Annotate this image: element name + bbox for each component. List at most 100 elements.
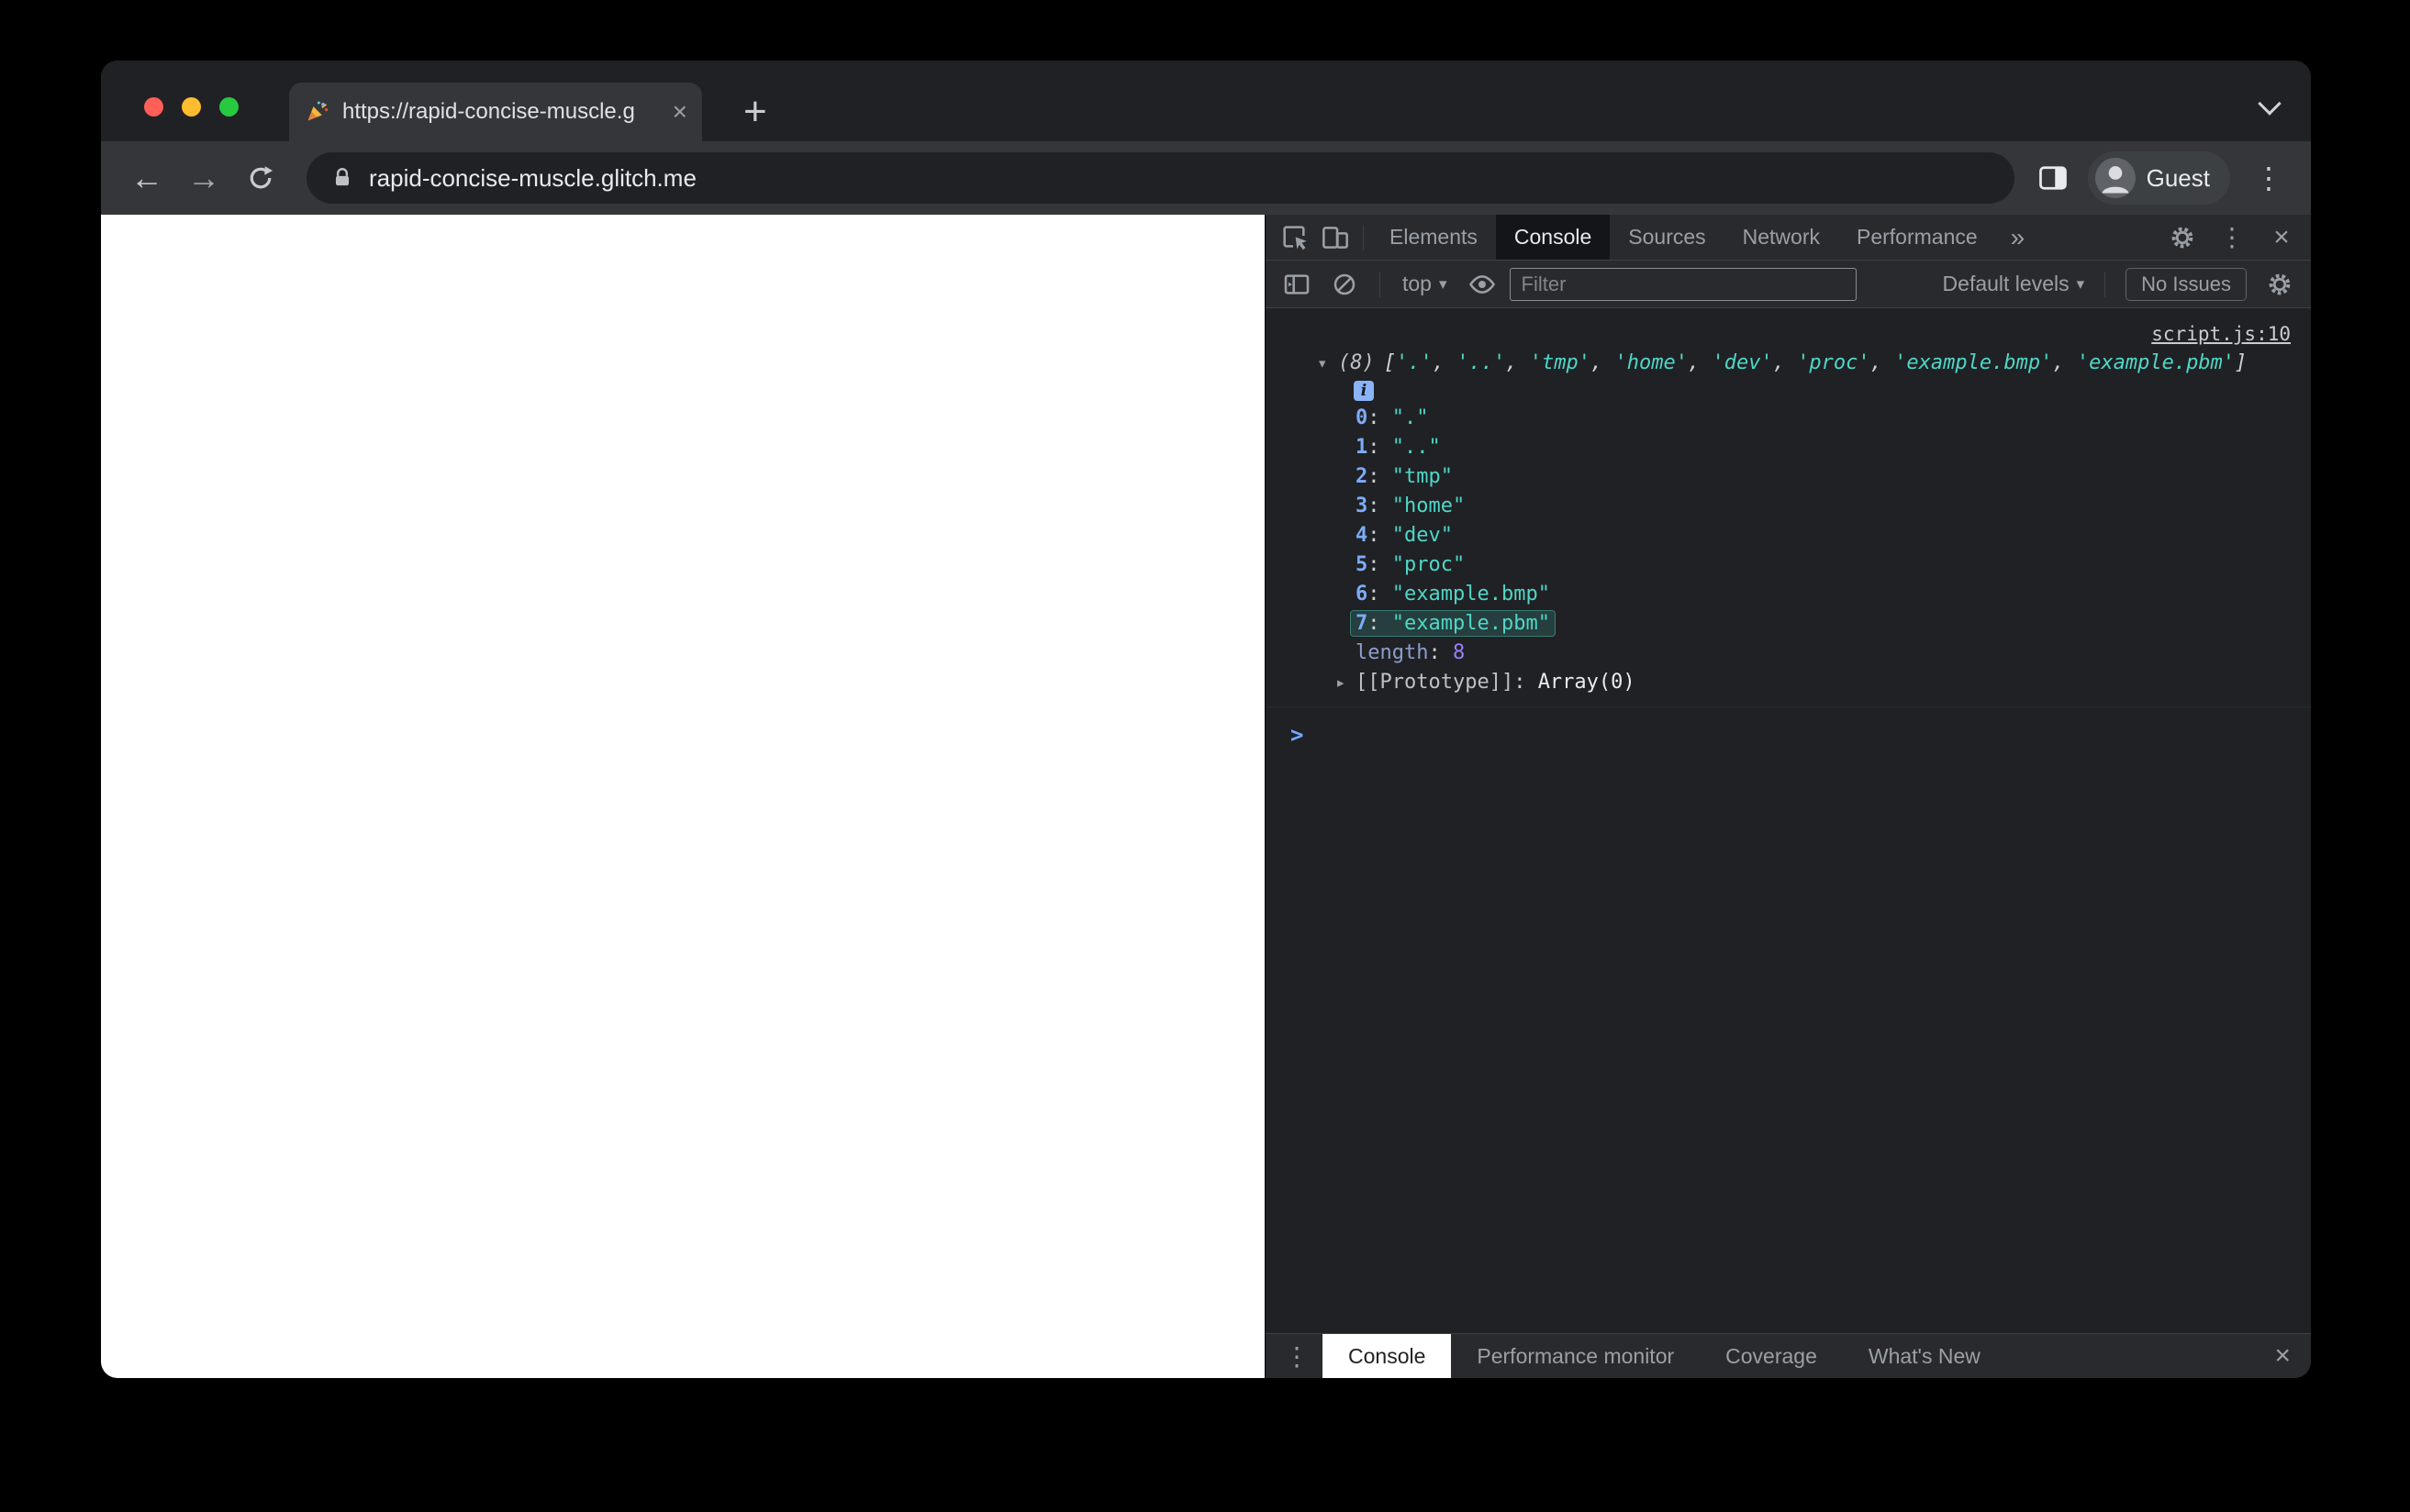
expand-caret-icon[interactable]: ▸ (1335, 668, 1345, 697)
javascript-context-selector[interactable]: top ▾ (1395, 272, 1455, 296)
divider (1379, 271, 1380, 297)
back-button[interactable]: ← (123, 154, 171, 202)
length-label: length (1356, 641, 1429, 664)
devtools-drawer: ⋮ Console Performance monitor Coverage What… (1266, 1333, 2311, 1378)
devtools-tabs: Elements Console Sources Network Performance (1371, 215, 1996, 260)
inspect-icon (1283, 225, 1307, 250)
entry-value: "example.pbm" (1391, 612, 1550, 635)
toolbar-right-group: Guest ⋮ (2036, 151, 2289, 205)
devtools-tab-bar-right: ⋮ × (2162, 217, 2302, 258)
console-output: script.js:10 ▾ (8) ['.', '..', 'tmp', 'ho… (1266, 308, 2311, 1333)
console-sidebar-button[interactable] (1277, 264, 1317, 305)
side-panel-button[interactable] (2036, 161, 2070, 195)
entry-value: ".." (1391, 436, 1441, 459)
console-sidebar-icon (1284, 273, 1310, 295)
console-prompt[interactable]: > (1266, 720, 2311, 751)
forward-button[interactable]: → (180, 154, 228, 202)
gear-icon (2269, 273, 2291, 295)
log-levels-dropdown[interactable]: Default levels ▾ (1943, 272, 2085, 296)
close-icon: × (2274, 1340, 2291, 1371)
close-drawer-button[interactable]: × (2274, 1342, 2305, 1370)
devtools-tab-performance[interactable]: Performance (1838, 215, 1996, 260)
lock-icon[interactable] (330, 166, 354, 190)
array-entry: 5: "proc" (1356, 553, 1466, 576)
live-expression-button[interactable] (1462, 264, 1502, 305)
issues-badge[interactable]: No Issues (2125, 267, 2247, 301)
tab-close-icon[interactable]: × (673, 99, 687, 125)
page-viewport (101, 215, 1265, 1378)
devtools-panel: Elements Console Sources Network Performance… (1265, 215, 2311, 1378)
browser-menu-button[interactable]: ⋮ (2248, 163, 2289, 193)
devtools-tab-console[interactable]: Console (1495, 215, 1611, 260)
minimize-window-button[interactable] (182, 97, 201, 117)
tab-strip: https://rapid-concise-muscle.g × + (101, 61, 2311, 141)
reload-icon (250, 166, 273, 189)
chevron-down-icon: ▾ (2076, 274, 2085, 293)
back-icon: ← (130, 159, 163, 196)
info-line: i (1266, 378, 2311, 404)
tab-title: https://rapid-concise-muscle.g (342, 99, 635, 124)
drawer-tab-what-s-new[interactable]: What's New (1843, 1334, 2006, 1378)
console-toolbar-right: Default levels ▾ No Issues (1943, 264, 2300, 305)
array-preview: ['.', '..', 'tmp', 'home', 'dev', 'proc'… (1383, 351, 2248, 374)
devtools-tab-elements[interactable]: Elements (1371, 215, 1496, 260)
side-panel-icon (2038, 166, 2067, 190)
array-count: (8) (1338, 351, 1375, 374)
browser-tab[interactable]: https://rapid-concise-muscle.g × (289, 83, 702, 141)
party-popper-favicon-icon (304, 99, 329, 125)
entry-value: "example.bmp" (1391, 583, 1550, 606)
close-devtools-button[interactable]: × (2261, 217, 2302, 258)
avatar-icon (2094, 158, 2136, 198)
info-icon: i (1354, 381, 1374, 401)
drawer-tab-performance-monitor[interactable]: Performance monitor (1451, 1334, 1700, 1378)
collapse-caret-icon[interactable]: ▾ (1317, 349, 1327, 378)
filter-input[interactable] (1509, 267, 1857, 301)
browser-window: https://rapid-concise-muscle.g × + ← → r… (101, 61, 2311, 1378)
devtools-menu-button[interactable]: ⋮ (2212, 217, 2252, 258)
divider (2104, 271, 2106, 297)
new-tab-button[interactable]: + (743, 84, 767, 139)
drawer-menu-button[interactable]: ⋮ (1271, 1341, 1322, 1372)
gear-icon (2171, 227, 2193, 248)
devtools-tab-network[interactable]: Network (1724, 215, 1838, 260)
address-bar[interactable]: rapid-concise-muscle.glitch.me (307, 152, 2014, 204)
devtools-tab-sources[interactable]: Sources (1610, 215, 1724, 260)
window-content: Elements Console Sources Network Performance… (101, 215, 2311, 1378)
console-settings-button[interactable] (2259, 264, 2300, 305)
length-value: 8 (1452, 641, 1466, 664)
profile-button[interactable]: Guest (2087, 151, 2230, 205)
profile-label: Guest (2146, 163, 2210, 192)
console-toolbar: top ▾ Default levels ▾ No Issu (1266, 261, 2311, 308)
entry-value: "proc" (1391, 553, 1466, 576)
prototype-row: ▸ [[Prototype]]: Array(0) (1266, 668, 2311, 697)
drawer-tab-console[interactable]: Console (1322, 1334, 1452, 1378)
address-toolbar: ← → rapid-concise-muscle.glitch.me Guest… (101, 141, 2311, 215)
array-entries: 0: "." 1: ".." 2: "tmp" 3: "home" 4: "dev" 5:… (1266, 404, 2311, 639)
reload-button[interactable] (237, 154, 285, 202)
drawer-tab-coverage[interactable]: Coverage (1700, 1334, 1843, 1378)
prompt-icon: > (1290, 722, 1304, 748)
more-panels-button[interactable]: » (1996, 223, 2040, 252)
context-label: top (1402, 272, 1432, 295)
tab-search-chevron-icon[interactable] (2258, 92, 2282, 116)
clear-console-button[interactable] (1324, 264, 1365, 305)
inspect-element-button[interactable] (1275, 217, 1315, 258)
divider (1363, 224, 1364, 250)
array-entry: 1: ".." (1356, 436, 1441, 459)
entry-value: "dev" (1391, 524, 1453, 547)
close-window-button[interactable] (144, 97, 163, 117)
entry-value: "home" (1391, 495, 1466, 517)
console-message: ▾ (8) ['.', '..', 'tmp', 'home', 'dev', '… (1266, 308, 2311, 707)
forward-icon: → (187, 159, 220, 196)
array-entry: 7: "example.pbm" (1266, 609, 2311, 639)
device-toolbar-button[interactable] (1315, 217, 1356, 258)
array-entry: 3: "home" (1356, 495, 1466, 517)
prototype-value: Array(0) (1537, 671, 1635, 694)
chevron-down-icon: ▾ (1438, 274, 1447, 293)
devtools-settings-button[interactable] (2162, 217, 2203, 258)
prototype-label: [[Prototype]] (1356, 671, 1514, 694)
array-entry: 6: "example.bmp" (1356, 583, 1550, 606)
kebab-icon: ⋮ (2219, 222, 2245, 251)
source-location-link[interactable]: script.js:10 (2151, 323, 2291, 345)
maximize-window-button[interactable] (219, 97, 239, 117)
